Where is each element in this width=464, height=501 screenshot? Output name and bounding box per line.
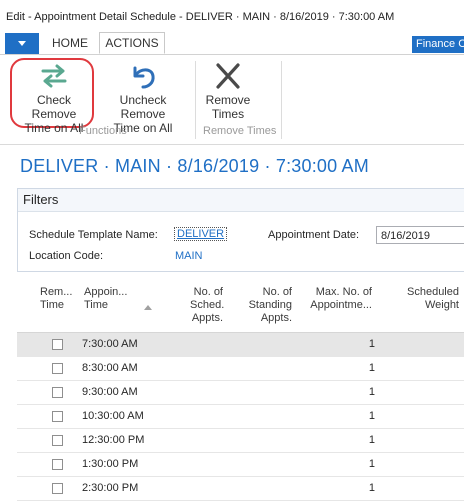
swap-arrows-icon — [41, 64, 67, 88]
max-appointments-value: 1 — [368, 410, 375, 422]
remove-time-checkbox[interactable] — [52, 339, 63, 350]
group-label-remove-times: Remove Times — [203, 125, 277, 137]
max-appointments-value: 1 — [368, 434, 375, 446]
appointment-time: 12:30:00 PM — [82, 434, 145, 446]
title-bar: Edit - Appointment Detail Schedule - DEL… — [0, 0, 464, 34]
filters-header: Filters — [18, 189, 464, 212]
location-label: Location Code: — [29, 250, 103, 262]
col-scheduled-weight-l2: Weight — [424, 299, 459, 311]
tab-actions[interactable]: ACTIONS — [99, 32, 165, 54]
remove-time-checkbox[interactable] — [52, 363, 63, 374]
max-appointments-value: 1 — [368, 386, 375, 398]
col-appointment-time-l1: Appoin... — [84, 286, 128, 298]
remove-times-label-1: Remove — [205, 93, 251, 107]
col-remove-time-l2: Time — [40, 299, 65, 311]
application-menu-button[interactable] — [5, 33, 39, 54]
appointment-grid: Rem... Time Appoin... Time No. of Sched.… — [17, 280, 464, 501]
max-appointments-value: 1 — [368, 482, 375, 494]
ribbon-separator — [195, 61, 196, 139]
appointment-time: 8:30:00 AM — [82, 362, 138, 374]
col-scheduled-weight[interactable]: Scheduled Weight — [403, 286, 459, 312]
col-no-standing-l3: Appts. — [260, 312, 292, 324]
date-label: Appointment Date: — [268, 229, 360, 241]
uncheck-remove-time-on-all-button[interactable]: Uncheck Remove Time on All — [98, 57, 188, 135]
col-no-standing-l2: Standing — [248, 299, 292, 311]
max-appointments-value: 1 — [368, 458, 375, 470]
col-scheduled-weight-l1: Scheduled — [407, 286, 459, 298]
sort-ascending-icon — [144, 305, 152, 310]
appointment-time: 10:30:00 AM — [82, 410, 144, 422]
col-no-sched-appts[interactable]: No. of Sched. Appts. — [190, 286, 225, 325]
col-max-appointments[interactable]: Max. No. of Appointme... — [306, 286, 372, 312]
max-appointments-value: 1 — [368, 362, 375, 374]
col-no-sched-l2: Sched. — [190, 299, 225, 311]
appointment-time: 9:30:00 AM — [82, 386, 138, 398]
ribbon-tabs: HOME ACTIONS Finance Co — [0, 32, 464, 55]
ribbon-separator — [281, 61, 282, 139]
uncheck-remove-label-1: Uncheck Remove — [119, 93, 167, 121]
max-appointments-value: 1 — [368, 338, 375, 350]
table-row[interactable]: 2:30:00 PM 1 — [17, 477, 464, 501]
table-row[interactable]: 7:30:00 AM 1 — [17, 333, 464, 357]
remove-times-button[interactable]: Remove Times — [200, 57, 256, 121]
remove-times-label-2: Times — [211, 107, 245, 121]
table-row[interactable]: 10:30:00 AM 1 — [17, 405, 464, 429]
template-label: Schedule Template Name: — [29, 229, 158, 241]
window-title: Edit - Appointment Detail Schedule - DEL… — [6, 11, 395, 23]
col-remove-time[interactable]: Rem... Time — [40, 286, 72, 312]
check-remove-label-1: Check Remove — [31, 93, 77, 121]
company-badge[interactable]: Finance Co — [412, 36, 464, 53]
remove-time-checkbox[interactable] — [52, 483, 63, 494]
tab-home[interactable]: HOME — [42, 33, 98, 54]
appointment-date-field[interactable]: 8/16/2019 — [376, 226, 464, 244]
location-value: MAIN — [175, 250, 203, 262]
remove-time-checkbox[interactable] — [52, 387, 63, 398]
col-no-sched-l1: No. of — [193, 286, 223, 298]
col-max-appointments-l2: Appointme... — [310, 299, 372, 311]
appointment-time: 2:30:00 PM — [82, 482, 139, 494]
col-remove-time-l1: Rem... — [40, 286, 73, 298]
appointment-time: 7:30:00 AM — [82, 338, 138, 350]
col-max-appointments-l1: Max. No. of — [315, 286, 372, 298]
col-no-standing-appts[interactable]: No. of Standing Appts. — [245, 286, 292, 325]
group-label-functions: Functions — [79, 125, 127, 137]
filters-panel: Filters Schedule Template Name: DELIVER … — [17, 188, 464, 272]
table-row[interactable]: 8:30:00 AM 1 — [17, 357, 464, 381]
template-value-link[interactable]: DELIVER — [174, 227, 228, 241]
remove-time-checkbox[interactable] — [52, 411, 63, 422]
check-remove-time-on-all-button[interactable]: Check Remove Time on All — [13, 57, 95, 135]
col-appointment-time[interactable]: Appoin... Time — [84, 286, 127, 312]
remove-time-checkbox[interactable] — [52, 459, 63, 470]
col-no-sched-l3: Appts. — [191, 312, 223, 324]
col-no-standing-l1: No. of — [262, 286, 292, 298]
grid-header: Rem... Time Appoin... Time No. of Sched.… — [17, 280, 464, 333]
table-row[interactable]: 9:30:00 AM 1 — [17, 381, 464, 405]
undo-arrow-icon — [133, 66, 155, 89]
remove-time-checkbox[interactable] — [52, 435, 63, 446]
chevron-down-icon — [18, 41, 26, 46]
ribbon: Check Remove Time on All Uncheck Remove … — [0, 55, 464, 145]
appointment-time: 1:30:00 PM — [82, 458, 139, 470]
col-appointment-time-l2: Time — [84, 299, 109, 311]
close-icon — [216, 63, 240, 89]
page-title: DELIVER · MAIN · 8/16/2019 · 7:30:00 AM — [20, 156, 369, 176]
table-row[interactable]: 12:30:00 PM 1 — [17, 429, 464, 453]
table-row[interactable]: 1:30:00 PM 1 — [17, 453, 464, 477]
